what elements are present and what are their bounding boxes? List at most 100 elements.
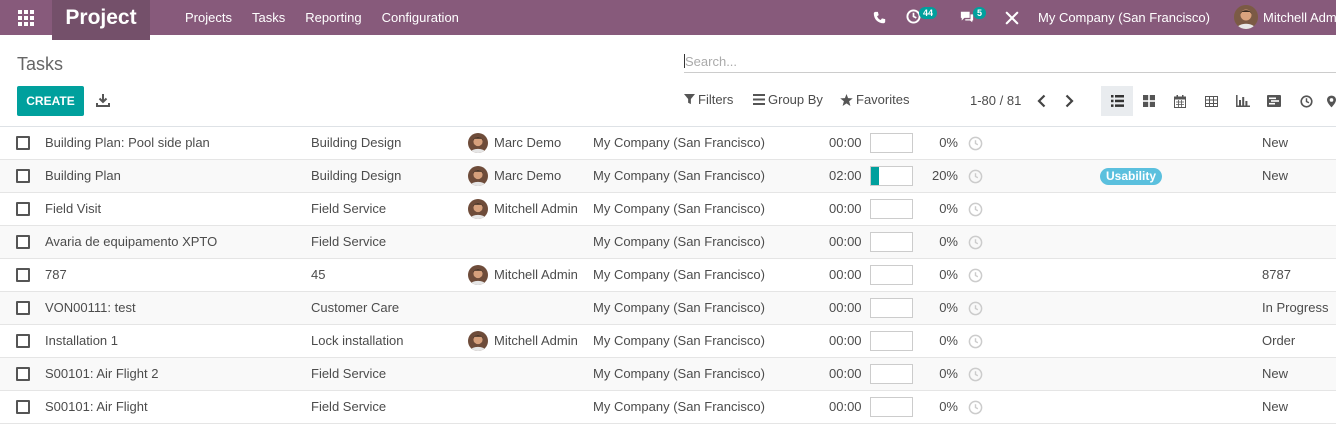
group-by-button[interactable]: Group By xyxy=(753,92,823,107)
task-company: My Company (San Francisco) xyxy=(593,201,765,216)
map-view-icon xyxy=(1327,95,1336,107)
progress-bar xyxy=(870,331,913,351)
task-planned-hours: 00:00 xyxy=(829,333,862,348)
progress-bar xyxy=(870,166,913,186)
table-row[interactable]: VON00111: test Customer Care My Company (S… xyxy=(0,292,1336,325)
activity-clock-icon[interactable] xyxy=(968,202,983,217)
activity-clock-icon[interactable] xyxy=(968,334,983,349)
pager-previous-icon[interactable] xyxy=(1035,93,1049,109)
row-checkbox[interactable] xyxy=(16,136,30,150)
task-project: Building Design xyxy=(311,135,402,150)
pager-value[interactable]: 1-80 / 81 xyxy=(970,93,1021,108)
company-switcher[interactable]: My Company (San Francisco) xyxy=(1038,0,1210,35)
row-checkbox[interactable] xyxy=(16,301,30,315)
phone-icon[interactable] xyxy=(873,11,886,24)
task-stage: New xyxy=(1262,366,1289,381)
assignee-avatar xyxy=(468,331,488,351)
menu-item-tasks[interactable]: Tasks xyxy=(252,10,285,25)
row-checkbox[interactable] xyxy=(16,400,30,414)
progress-bar xyxy=(870,199,913,219)
table-row[interactable]: Building Plan: Pool side plan Building De… xyxy=(0,127,1336,160)
task-project: Customer Care xyxy=(311,300,400,315)
table-row[interactable]: Building Plan Building Design Marc Demo My … xyxy=(0,160,1336,193)
task-name: Building Plan xyxy=(45,168,121,183)
user-menu[interactable]: Mitchell Adm xyxy=(1263,0,1336,35)
app-title[interactable]: Project xyxy=(52,0,150,40)
task-company: My Company (San Francisco) xyxy=(593,267,765,282)
activity-view-button[interactable] xyxy=(1290,86,1322,116)
row-checkbox[interactable] xyxy=(16,202,30,216)
task-company: My Company (San Francisco) xyxy=(593,366,765,381)
apps-grid-icon xyxy=(18,9,34,26)
task-planned-hours: 00:00 xyxy=(829,366,862,381)
kanban-view-button[interactable] xyxy=(1133,86,1165,116)
row-checkbox[interactable] xyxy=(16,334,30,348)
task-planned-hours: 00:00 xyxy=(829,399,862,414)
progress-percent: 0% xyxy=(939,333,958,348)
activity-clock-icon[interactable] xyxy=(968,169,983,184)
gantt-view-button[interactable] xyxy=(1258,86,1290,116)
filter-icon xyxy=(684,94,695,105)
filters-button[interactable]: Filters xyxy=(684,92,733,107)
top-navbar: Project Projects Tasks Reporting Configu… xyxy=(0,0,1336,40)
download-icon[interactable] xyxy=(95,92,111,108)
favorites-button[interactable]: Favorites xyxy=(840,92,909,107)
kanban-view-icon xyxy=(1143,95,1155,107)
task-project: Lock installation xyxy=(311,333,404,348)
task-assignee: Mitchell Admin xyxy=(494,267,578,282)
activity-clock-icon[interactable] xyxy=(968,235,983,250)
filters-label: Filters xyxy=(698,92,734,107)
table-row[interactable]: S00101: Air Flight Field Service My Compan… xyxy=(0,391,1336,424)
menu-item-configuration[interactable]: Configuration xyxy=(382,10,459,25)
calendar-view-icon xyxy=(1174,94,1186,108)
activity-clock-icon[interactable] xyxy=(968,268,983,283)
search-input[interactable] xyxy=(684,51,1336,71)
table-row[interactable]: Installation 1 Lock installation Mitchell … xyxy=(0,325,1336,358)
main-menu: Projects Tasks Reporting Configuration xyxy=(185,0,479,35)
progress-percent: 0% xyxy=(939,234,958,249)
row-checkbox[interactable] xyxy=(16,268,30,282)
row-checkbox[interactable] xyxy=(16,367,30,381)
row-checkbox[interactable] xyxy=(16,235,30,249)
task-name: Avaria de equipamento XPTO xyxy=(45,234,218,249)
calendar-view-button[interactable] xyxy=(1164,86,1196,116)
task-planned-hours: 02:00 xyxy=(829,168,862,183)
progress-percent: 0% xyxy=(939,399,958,414)
assignee-avatar xyxy=(468,265,488,285)
pivot-view-button[interactable] xyxy=(1195,86,1227,116)
gantt-view-icon xyxy=(1267,95,1281,107)
apps-menu-button[interactable] xyxy=(0,0,52,35)
assignee-avatar xyxy=(468,166,488,186)
activity-clock-icon[interactable] xyxy=(968,301,983,316)
menu-item-projects[interactable]: Projects xyxy=(185,10,232,25)
table-row[interactable]: 787 45 Mitchell Admin My Company (San Franc… xyxy=(0,259,1336,292)
map-view-button[interactable] xyxy=(1321,86,1336,116)
favorites-label: Favorites xyxy=(856,92,910,107)
row-checkbox[interactable] xyxy=(16,169,30,183)
list-view-button[interactable] xyxy=(1101,86,1133,116)
task-planned-hours: 00:00 xyxy=(829,267,862,282)
task-name: S00101: Air Flight 2 xyxy=(45,366,159,381)
user-avatar[interactable] xyxy=(1234,5,1258,29)
text-caret xyxy=(684,54,685,68)
task-stage: New xyxy=(1262,135,1289,150)
activity-clock-icon[interactable] xyxy=(968,136,983,151)
table-row[interactable]: Avaria de equipamento XPTO Field Service M… xyxy=(0,226,1336,259)
table-row[interactable]: S00101: Air Flight 2 Field Service My Comp… xyxy=(0,358,1336,391)
menu-item-reporting[interactable]: Reporting xyxy=(305,10,361,25)
progress-bar xyxy=(870,298,913,318)
activity-clock-icon[interactable] xyxy=(968,367,983,382)
graph-view-icon xyxy=(1236,95,1250,107)
task-stage: New xyxy=(1262,399,1289,414)
graph-view-button[interactable] xyxy=(1227,86,1259,116)
task-company: My Company (San Francisco) xyxy=(593,168,765,183)
task-company: My Company (San Francisco) xyxy=(593,300,765,315)
search-bar[interactable] xyxy=(684,51,1336,73)
table-row[interactable]: Field Visit Field Service Mitchell Admin My… xyxy=(0,193,1336,226)
group-by-label: Group By xyxy=(768,92,823,107)
messages-count-badge: 5 xyxy=(973,7,987,19)
pager-next-icon[interactable] xyxy=(1062,93,1076,109)
progress-bar xyxy=(870,232,913,252)
debug-tools-icon[interactable] xyxy=(1005,11,1019,25)
create-button[interactable]: CREATE xyxy=(17,86,84,116)
